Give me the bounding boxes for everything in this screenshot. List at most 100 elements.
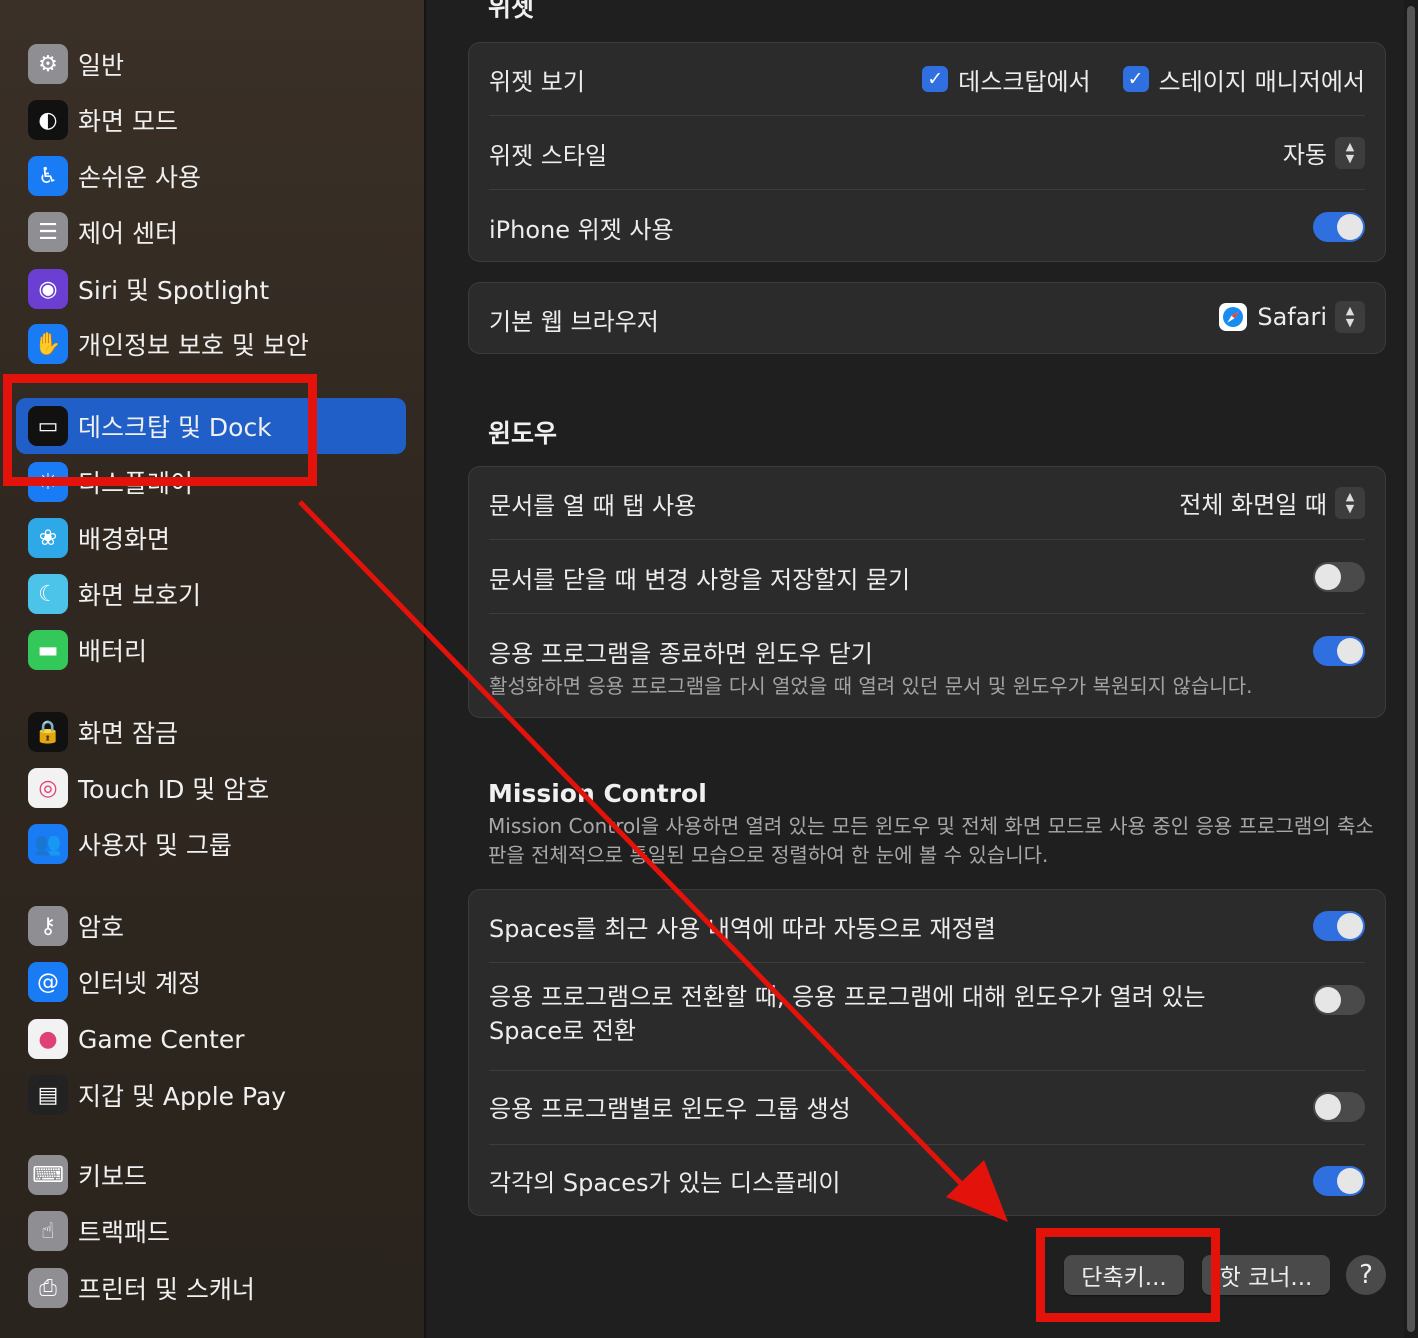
printer-icon: ⎙ — [28, 1268, 68, 1308]
ask-keep-changes-label: 문서를 닫을 때 변경 사항을 저장할지 묻기 — [489, 565, 911, 594]
sidebar-item[interactable]: ☾ 화면 보호기 — [16, 566, 406, 622]
gear-icon: ⚙ — [28, 44, 68, 84]
sidebar-item-label: Touch ID 및 암호 — [78, 775, 270, 804]
sidebar-item-label: 트랙패드 — [78, 1218, 171, 1247]
sidebar-item-label: 인터넷 계정 — [78, 969, 201, 998]
lock-icon: 🔒 — [28, 712, 68, 752]
switch-space-row: 응용 프로그램으로 전환할 때, 응용 프로그램에 대해 윈도우가 열려 있는 … — [489, 980, 1365, 1054]
group-windows-label: 응용 프로그램별로 윈도우 그룹 생성 — [489, 1094, 851, 1123]
accessibility-icon: ♿ — [28, 156, 68, 196]
close-windows-sub: 활성화하면 응용 프로그램을 다시 열었을 때 열려 있던 문서 및 윈도우가 … — [489, 673, 1253, 698]
prefer-tabs-value: 전체 화면일 때 — [1179, 491, 1327, 519]
widgets-group: 위젯 보기 ✓ 데스크탑에서 ✓ 스테이지 매니저에서 위젯 스타일 자동 ▲ ▼… — [468, 42, 1386, 262]
settings-content: 위젯 위젯 보기 ✓ 데스크탑에서 ✓ 스테이지 매니저에서 위젯 스타일 자동… — [428, 0, 1418, 1338]
sidebar-item-label: 지갑 및 Apple Pay — [78, 1082, 287, 1111]
sidebar-item[interactable]: ☝ 트랙패드 — [16, 1203, 406, 1259]
sidebar-item[interactable]: ◎ Touch ID 및 암호 — [16, 760, 406, 816]
sidebar-item-label: 화면 보호기 — [78, 581, 201, 610]
windows-section-title: 윈도우 — [488, 419, 558, 448]
prefer-tabs-label: 문서를 열 때 탭 사용 — [489, 491, 697, 520]
close-windows-toggle[interactable] — [1313, 636, 1365, 666]
windows-group: 문서를 열 때 탭 사용 전체 화면일 때 ▲ ▼ 문서를 닫을 때 변경 사항을… — [468, 466, 1386, 718]
divider — [489, 962, 1365, 963]
battery-icon: ▬ — [28, 630, 68, 670]
screensaver-icon: ☾ — [28, 574, 68, 614]
chevron-updown-icon: ▲ ▼ — [1335, 301, 1365, 333]
sidebar-item[interactable]: @ 인터넷 계정 — [16, 954, 406, 1010]
sidebar-item[interactable]: ◉ Siri 및 Spotlight — [16, 261, 406, 317]
siri-icon: ◉ — [28, 269, 68, 309]
widget-style-value: 자동 — [1282, 141, 1327, 169]
sidebar-item[interactable]: ✋ 개인정보 보호 및 보안 — [16, 316, 406, 372]
auto-rearrange-label: Spaces를 최근 사용 내역에 따라 자동으로 재정렬 — [489, 914, 996, 943]
default-browser-label: 기본 웹 브라우저 — [489, 307, 659, 336]
default-browser-popup[interactable]: Safari ▲ ▼ — [1219, 301, 1365, 333]
separate-spaces-label: 각각의 Spaces가 있는 디스플레이 — [489, 1168, 841, 1197]
sidebar-item[interactable]: ♿ 손쉬운 사용 — [16, 148, 406, 204]
prefer-tabs-popup[interactable]: 전체 화면일 때 ▲ ▼ — [1179, 485, 1365, 520]
help-button[interactable]: ? — [1346, 1255, 1386, 1295]
sidebar-item-label: 사용자 및 그룹 — [78, 831, 232, 860]
sidebar-item-label: 화면 모드 — [78, 107, 178, 136]
auto-rearrange-row: Spaces를 최근 사용 내역에 따라 자동으로 재정렬 — [489, 906, 1365, 946]
auto-rearrange-toggle[interactable] — [1313, 911, 1365, 941]
divider — [489, 189, 1365, 190]
annotation-box-dock — [3, 374, 317, 486]
widgets-section-title: 위젯 — [488, 0, 535, 22]
sidebar-item[interactable]: 👥 사용자 및 그룹 — [16, 816, 406, 872]
show-widgets-label: 위젯 보기 — [489, 67, 585, 96]
sidebar-item[interactable]: ⌨ 키보드 — [16, 1147, 406, 1203]
mission-control-description: Mission Control을 사용하면 열려 있는 모든 윈도우 및 전체 … — [488, 814, 1374, 867]
browser-group: 기본 웹 브라우저 Safari ▲ ▼ — [468, 282, 1386, 354]
default-browser-value: Safari — [1257, 303, 1327, 331]
widget-style-popup[interactable]: 자동 ▲ ▼ — [1283, 135, 1365, 170]
ask-keep-changes-toggle[interactable] — [1313, 562, 1365, 592]
sidebar-item[interactable]: ⚙ 일반 — [16, 36, 406, 92]
sidebar-item-label: 화면 잠금 — [78, 719, 178, 748]
mission-control-title: Mission Control — [488, 779, 707, 808]
users-icon: 👥 — [28, 824, 68, 864]
close-windows-label: 응용 프로그램을 종료하면 윈도우 닫기 — [489, 639, 873, 668]
scrollbar-thumb[interactable] — [1407, 6, 1415, 1332]
sidebar: ⚙ 일반 ◐ 화면 모드 ♿ 손쉬운 사용 ☰ 제어 센터 ◉ Siri 및 Spotlight ✋… — [0, 0, 426, 1338]
iphone-widgets-row: iPhone 위젯 사용 — [489, 207, 1365, 247]
chevron-updown-icon: ▲ ▼ — [1335, 486, 1365, 519]
sidebar-item-label: 개인정보 보호 및 보안 — [78, 331, 309, 360]
sidebar-item[interactable]: ☰ 제어 센터 — [16, 204, 406, 260]
sidebar-item-label: 배경화면 — [78, 525, 171, 554]
sidebar-item[interactable]: ● Game Center — [16, 1011, 406, 1067]
at-icon: @ — [28, 962, 68, 1002]
sidebar-item[interactable]: ▤ 지갑 및 Apple Pay — [16, 1067, 406, 1123]
divider — [489, 613, 1365, 614]
iphone-widgets-label: iPhone 위젯 사용 — [489, 215, 674, 244]
group-windows-row: 응용 프로그램별로 윈도우 그룹 생성 — [489, 1086, 1365, 1126]
scrollbar-track[interactable] — [1404, 0, 1418, 1338]
widget-style-row: 위젯 스타일 — [489, 133, 1365, 173]
sidebar-item[interactable]: ⎙ 프린터 및 스캐너 — [16, 1260, 406, 1316]
sidebar-item-label: 일반 — [78, 51, 125, 80]
sidebar-item-label: 배터리 — [78, 637, 148, 666]
sidebar-item[interactable]: ⚷ 암호 — [16, 898, 406, 954]
iphone-widgets-toggle[interactable] — [1313, 212, 1365, 242]
separate-spaces-row: 각각의 Spaces가 있는 디스플레이 — [489, 1160, 1365, 1200]
divider — [489, 115, 1365, 116]
annotation-box-shortcuts — [1036, 1228, 1220, 1322]
separate-spaces-toggle[interactable] — [1313, 1166, 1365, 1196]
wallet-icon: ▤ — [28, 1075, 68, 1115]
sidebar-item[interactable]: ▬ 배터리 — [16, 622, 406, 678]
on-desktop-checkbox[interactable]: ✓ — [922, 66, 949, 92]
sidebar-item-label: Game Center — [78, 1024, 245, 1054]
group-windows-toggle[interactable] — [1313, 1092, 1365, 1122]
sidebar-item-label: 프린터 및 스캐너 — [78, 1275, 255, 1304]
switch-space-toggle[interactable] — [1313, 985, 1365, 1015]
chevron-updown-icon: ▲ ▼ — [1335, 136, 1365, 169]
sidebar-item[interactable]: ❀ 배경화면 — [16, 510, 406, 566]
switch-space-label: 응용 프로그램으로 전환할 때, 응용 프로그램에 대해 윈도우가 열려 있는 … — [489, 983, 1206, 1045]
in-stage-manager-label: 스테이지 매니저에서 — [1158, 67, 1365, 96]
sidebar-item[interactable]: 🔒 화면 잠금 — [16, 704, 406, 760]
hot-corners-button[interactable]: 핫 코너... — [1202, 1255, 1330, 1295]
sidebar-item[interactable]: ◐ 화면 모드 — [16, 92, 406, 148]
key-icon: ⚷ — [28, 906, 68, 946]
in-stage-manager-checkbox[interactable]: ✓ — [1122, 66, 1149, 92]
close-windows-row: 응용 프로그램을 종료하면 윈도우 닫기 — [489, 631, 1365, 671]
